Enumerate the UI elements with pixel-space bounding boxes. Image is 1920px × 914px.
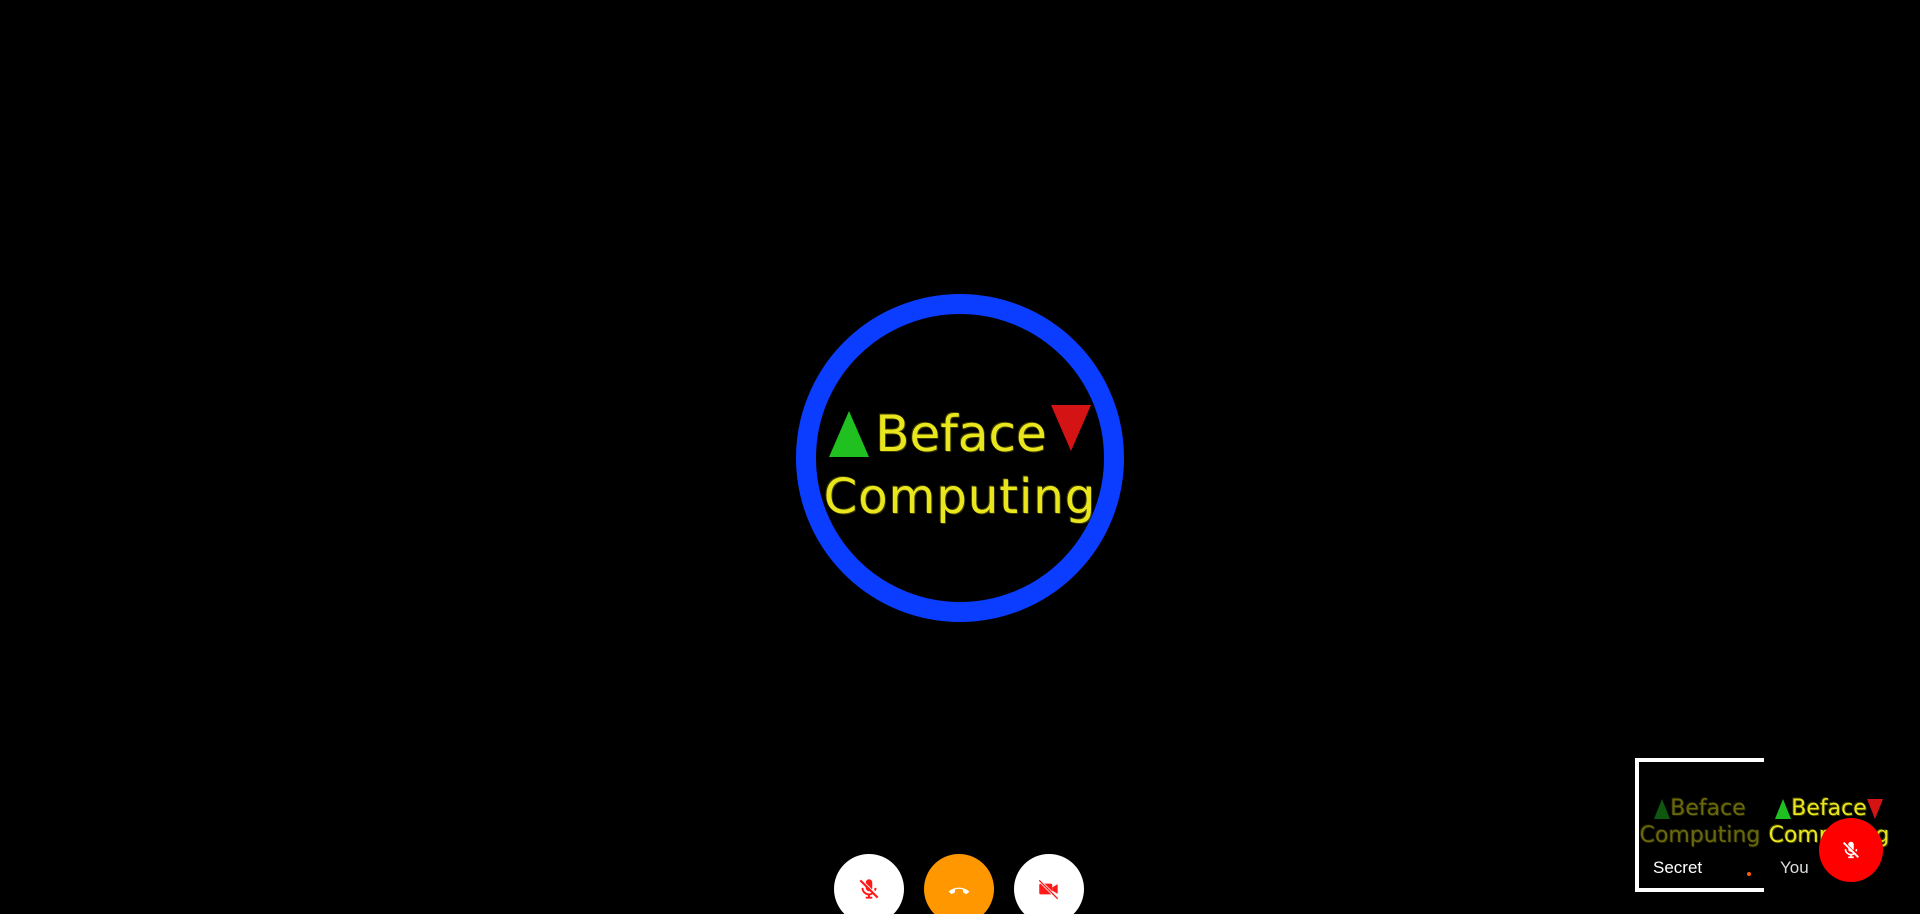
arrow-up-icon [829, 411, 870, 457]
beface-logo: Beface Computing [816, 404, 1104, 530]
call-controls [834, 854, 1084, 914]
mic-off-icon [1843, 841, 1859, 859]
toggle-camera-button[interactable] [1014, 854, 1084, 914]
video-call-stage: Beface Computing Beface Computing Secret… [0, 0, 1920, 914]
participant-name: You [1780, 858, 1809, 877]
audio-indicator-dot [1747, 872, 1751, 876]
thumbnail-logo-line2: Computing [1639, 823, 1761, 848]
arrow-down-icon [1050, 405, 1091, 451]
hang-up-button[interactable] [924, 854, 994, 914]
thumbnail-logo: Beface Computing [1635, 796, 1765, 850]
main-participant-avatar: Beface Computing [796, 294, 1124, 622]
logo-line2: Computing [823, 469, 1097, 525]
arrow-down-icon [1866, 799, 1883, 819]
mic-off-icon [859, 879, 879, 899]
arrow-up-icon [1775, 799, 1792, 819]
participant-name: Secret [1653, 858, 1703, 877]
arrow-up-icon [1654, 799, 1671, 819]
muted-badge [1819, 818, 1883, 882]
logo-line1: Beface [875, 405, 1047, 463]
participant-thumbnail-secret[interactable]: Beface Computing Secret [1635, 758, 1769, 892]
mute-mic-button[interactable] [834, 854, 904, 914]
phone-hangup-icon [948, 887, 970, 895]
video-off-icon [1038, 879, 1059, 900]
thumbnail-logo-line1: Beface [1670, 796, 1746, 821]
